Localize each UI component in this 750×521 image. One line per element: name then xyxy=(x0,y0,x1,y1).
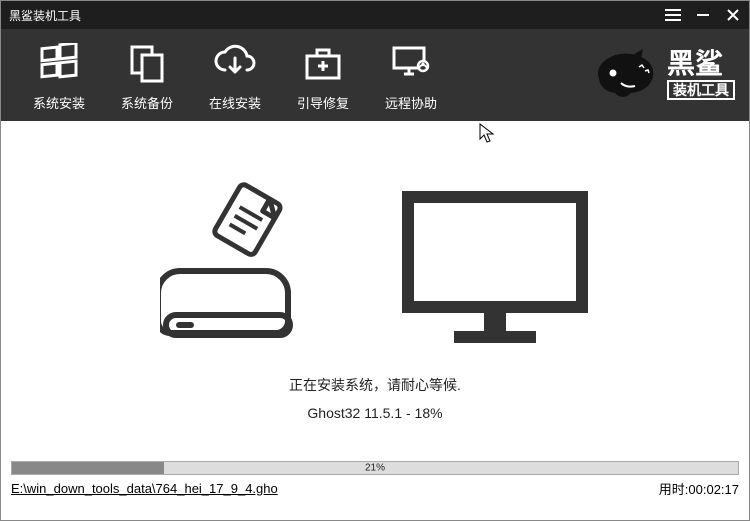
app-title: 黑鲨装机工具 xyxy=(9,7,665,24)
cursor-icon xyxy=(479,123,495,145)
ghost-line: Ghost32 11.5.1 - 18% xyxy=(307,405,442,421)
nav-remote-assist[interactable]: 远程协助 xyxy=(367,39,455,112)
elapsed-value: 00:02:17 xyxy=(688,482,739,497)
cloud-download-icon xyxy=(213,44,257,82)
nav-label: 系统安装 xyxy=(33,93,85,112)
remote-monitor-icon xyxy=(390,44,432,82)
nav-system-install[interactable]: 系统安装 xyxy=(15,39,103,112)
monitor-icon xyxy=(400,189,590,349)
footer: E:\win_down_tools_data\764_hei_17_9_4.gh… xyxy=(1,475,749,498)
illustration xyxy=(160,169,590,349)
hamburger-icon xyxy=(665,9,681,21)
window-controls xyxy=(665,7,741,23)
nav-label: 系统备份 xyxy=(121,93,173,112)
title-bar: 黑鲨装机工具 xyxy=(1,1,749,29)
elapsed-time: 用时:00:02:17 xyxy=(659,479,739,498)
minimize-button[interactable] xyxy=(695,7,711,23)
brand-name-big: 黑鲨 xyxy=(667,50,723,78)
progress-fill xyxy=(12,462,164,474)
disk-file-icon xyxy=(160,179,310,349)
nav-online-install[interactable]: 在线安装 xyxy=(191,39,279,112)
content-area: 正在安装系统，请耐心等候. Ghost32 11.5.1 - 18% xyxy=(1,121,749,461)
brand-name-small: 装机工具 xyxy=(667,80,735,101)
progress-section: 21% xyxy=(1,461,749,475)
copy-icon xyxy=(128,43,166,83)
nav-system-backup[interactable]: 系统备份 xyxy=(103,39,191,112)
brand-area: 黑鲨 装机工具 xyxy=(593,47,735,103)
nav-boot-repair[interactable]: 引导修复 xyxy=(279,39,367,112)
close-button[interactable] xyxy=(725,7,741,23)
first-aid-icon xyxy=(303,44,343,82)
nav-label: 引导修复 xyxy=(297,93,349,112)
menu-button[interactable] xyxy=(665,7,681,23)
status-text: 正在安装系统，请耐心等候. xyxy=(289,375,461,395)
elapsed-label: 用时: xyxy=(659,482,689,497)
progress-percent-label: 21% xyxy=(365,463,385,474)
file-path-link[interactable]: E:\win_down_tools_data\764_hei_17_9_4.gh… xyxy=(11,481,278,496)
nav-label: 远程协助 xyxy=(385,93,437,112)
shark-logo-icon xyxy=(593,47,659,103)
main-toolbar: 系统安装 系统备份 在线安装 引导修复 远程协助 黑鲨 装机工具 xyxy=(1,29,749,121)
close-icon xyxy=(726,8,740,22)
nav-label: 在线安装 xyxy=(209,93,261,112)
windows-icon xyxy=(39,43,79,83)
minimize-icon xyxy=(696,8,710,22)
progress-bar: 21% xyxy=(11,461,739,475)
